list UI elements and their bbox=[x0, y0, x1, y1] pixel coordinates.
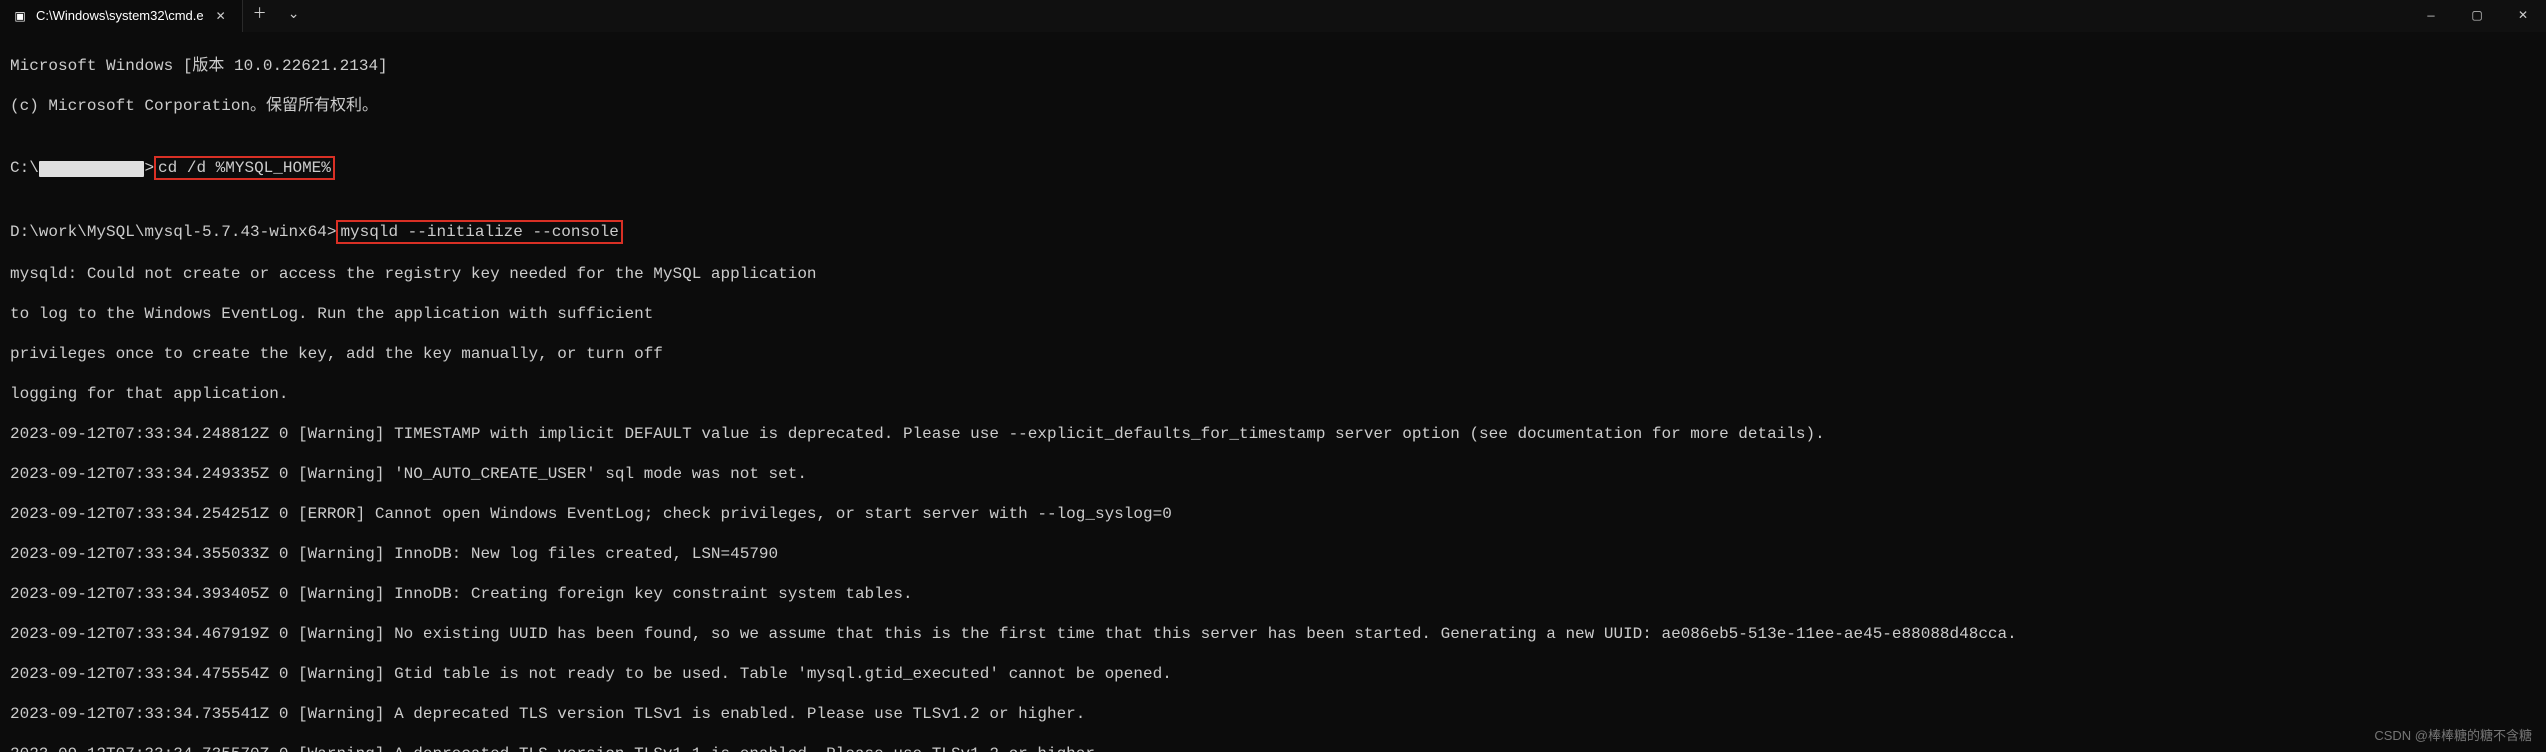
window-controls: — ▢ ✕ bbox=[2408, 0, 2546, 32]
output-line: mysqld: Could not create or access the r… bbox=[10, 264, 2536, 284]
output-line: to log to the Windows EventLog. Run the … bbox=[10, 304, 2536, 324]
output-line: privileges once to create the key, add t… bbox=[10, 344, 2536, 364]
cmd-icon: ▣ bbox=[12, 8, 28, 24]
output-line: 2023-09-12T07:33:34.248812Z 0 [Warning] … bbox=[10, 424, 2536, 444]
output-line: logging for that application. bbox=[10, 384, 2536, 404]
prompt-suffix: > bbox=[144, 159, 154, 177]
output-line: (c) Microsoft Corporation。保留所有权利。 bbox=[10, 96, 2536, 116]
tab-title: C:\Windows\system32\cmd.e bbox=[36, 8, 204, 24]
new-tab-button[interactable]: ＋ bbox=[243, 0, 277, 32]
tab-dropdown-button[interactable]: ⌄ bbox=[277, 0, 311, 32]
output-line: 2023-09-12T07:33:34.735541Z 0 [Warning] … bbox=[10, 704, 2536, 724]
window-minimize-button[interactable]: — bbox=[2408, 0, 2454, 32]
output-line: 2023-09-12T07:33:34.735570Z 0 [Warning] … bbox=[10, 744, 2536, 752]
csdn-watermark: CSDN @棒棒糖的糖不含糖 bbox=[2374, 728, 2532, 744]
terminal-tab[interactable]: ▣ C:\Windows\system32\cmd.e ✕ bbox=[0, 0, 243, 32]
highlight-command-1: cd /d %MYSQL_HOME% bbox=[154, 156, 335, 180]
window-maximize-button[interactable]: ▢ bbox=[2454, 0, 2500, 32]
prompt-path: D:\work\MySQL\mysql-5.7.43-winx64> bbox=[10, 223, 336, 241]
redacted-path: XXXXXXXXXXX bbox=[39, 161, 145, 177]
output-line: 2023-09-12T07:33:34.254251Z 0 [ERROR] Ca… bbox=[10, 504, 2536, 524]
highlight-command-2: mysqld --initialize --console bbox=[336, 220, 622, 244]
prompt-prefix: C:\ bbox=[10, 159, 39, 177]
window-titlebar: ▣ C:\Windows\system32\cmd.e ✕ ＋ ⌄ — ▢ ✕ bbox=[0, 0, 2546, 32]
tab-close-button[interactable]: ✕ bbox=[212, 7, 230, 25]
output-line: 2023-09-12T07:33:34.355033Z 0 [Warning] … bbox=[10, 544, 2536, 564]
output-line: 2023-09-12T07:33:34.475554Z 0 [Warning] … bbox=[10, 664, 2536, 684]
window-close-button[interactable]: ✕ bbox=[2500, 0, 2546, 32]
prompt-line: C:\XXXXXXXXXXX>cd /d %MYSQL_HOME% bbox=[10, 156, 2536, 180]
output-line: 2023-09-12T07:33:34.393405Z 0 [Warning] … bbox=[10, 584, 2536, 604]
terminal-output[interactable]: Microsoft Windows [版本 10.0.22621.2134] (… bbox=[0, 32, 2546, 752]
prompt-line: D:\work\MySQL\mysql-5.7.43-winx64>mysqld… bbox=[10, 220, 2536, 244]
output-line: Microsoft Windows [版本 10.0.22621.2134] bbox=[10, 56, 2536, 76]
output-line: 2023-09-12T07:33:34.467919Z 0 [Warning] … bbox=[10, 624, 2536, 644]
output-line: 2023-09-12T07:33:34.249335Z 0 [Warning] … bbox=[10, 464, 2536, 484]
